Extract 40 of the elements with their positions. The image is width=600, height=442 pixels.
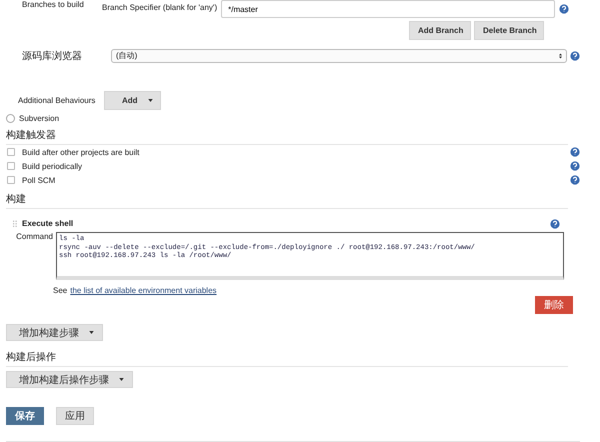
add-build-step-button[interactable]: 增加构建步骤 [6, 324, 103, 342]
help-icon[interactable] [570, 50, 580, 61]
help-icon[interactable] [559, 4, 570, 14]
dropdown-arrows-icon [559, 52, 562, 59]
checkbox[interactable] [7, 162, 15, 170]
field-label: 源码库浏览器 [21, 50, 83, 63]
radio-label: Subversion [19, 114, 60, 124]
help-icon[interactable] [570, 161, 580, 172]
drag-handle-icon[interactable] [13, 220, 18, 228]
caret-icon [148, 98, 153, 102]
caret-icon [89, 331, 94, 334]
field-label: Command [15, 232, 54, 244]
branch-specifier-field[interactable]: */master [221, 0, 556, 18]
checkbox-label: Build after other projects are built [22, 148, 140, 157]
branch-button[interactable]: Delete Branch [474, 20, 544, 40]
radio-button[interactable] [6, 114, 15, 124]
field-label: Branches to build [21, 0, 85, 9]
field-label: Branch Specifier (blank for 'any') [102, 3, 218, 12]
checkbox[interactable] [7, 148, 15, 156]
repo-browser-dropdown[interactable]: (自动) [111, 48, 567, 63]
help-text: See [53, 286, 68, 296]
section-title: 构建 [6, 189, 568, 210]
branch-button[interactable]: Add Branch [409, 20, 471, 40]
add-post-build-step-button[interactable]: 增加构建后操作步骤 [6, 371, 133, 388]
env-variables-link[interactable]: the list of available environment variables [70, 286, 217, 296]
apply-button[interactable]: 应用 [56, 407, 94, 425]
help-icon[interactable] [550, 218, 560, 229]
checkbox-label: Poll SCM [22, 176, 56, 185]
section-title: 构建触发器 [6, 125, 568, 146]
delete-button[interactable]: 删除 [535, 296, 573, 314]
checkbox-label: Build periodically [22, 162, 84, 171]
step-title: Execute shell [22, 219, 74, 228]
section-title: 构建后操作 [6, 347, 568, 368]
help-icon[interactable] [570, 147, 580, 158]
add-button[interactable]: Add [104, 90, 161, 110]
caret-icon [119, 378, 124, 382]
checkbox[interactable] [7, 176, 15, 184]
field-label: Additional Behaviours [17, 96, 96, 105]
help-icon[interactable] [570, 175, 580, 186]
save-button[interactable]: 保存 [6, 407, 44, 425]
